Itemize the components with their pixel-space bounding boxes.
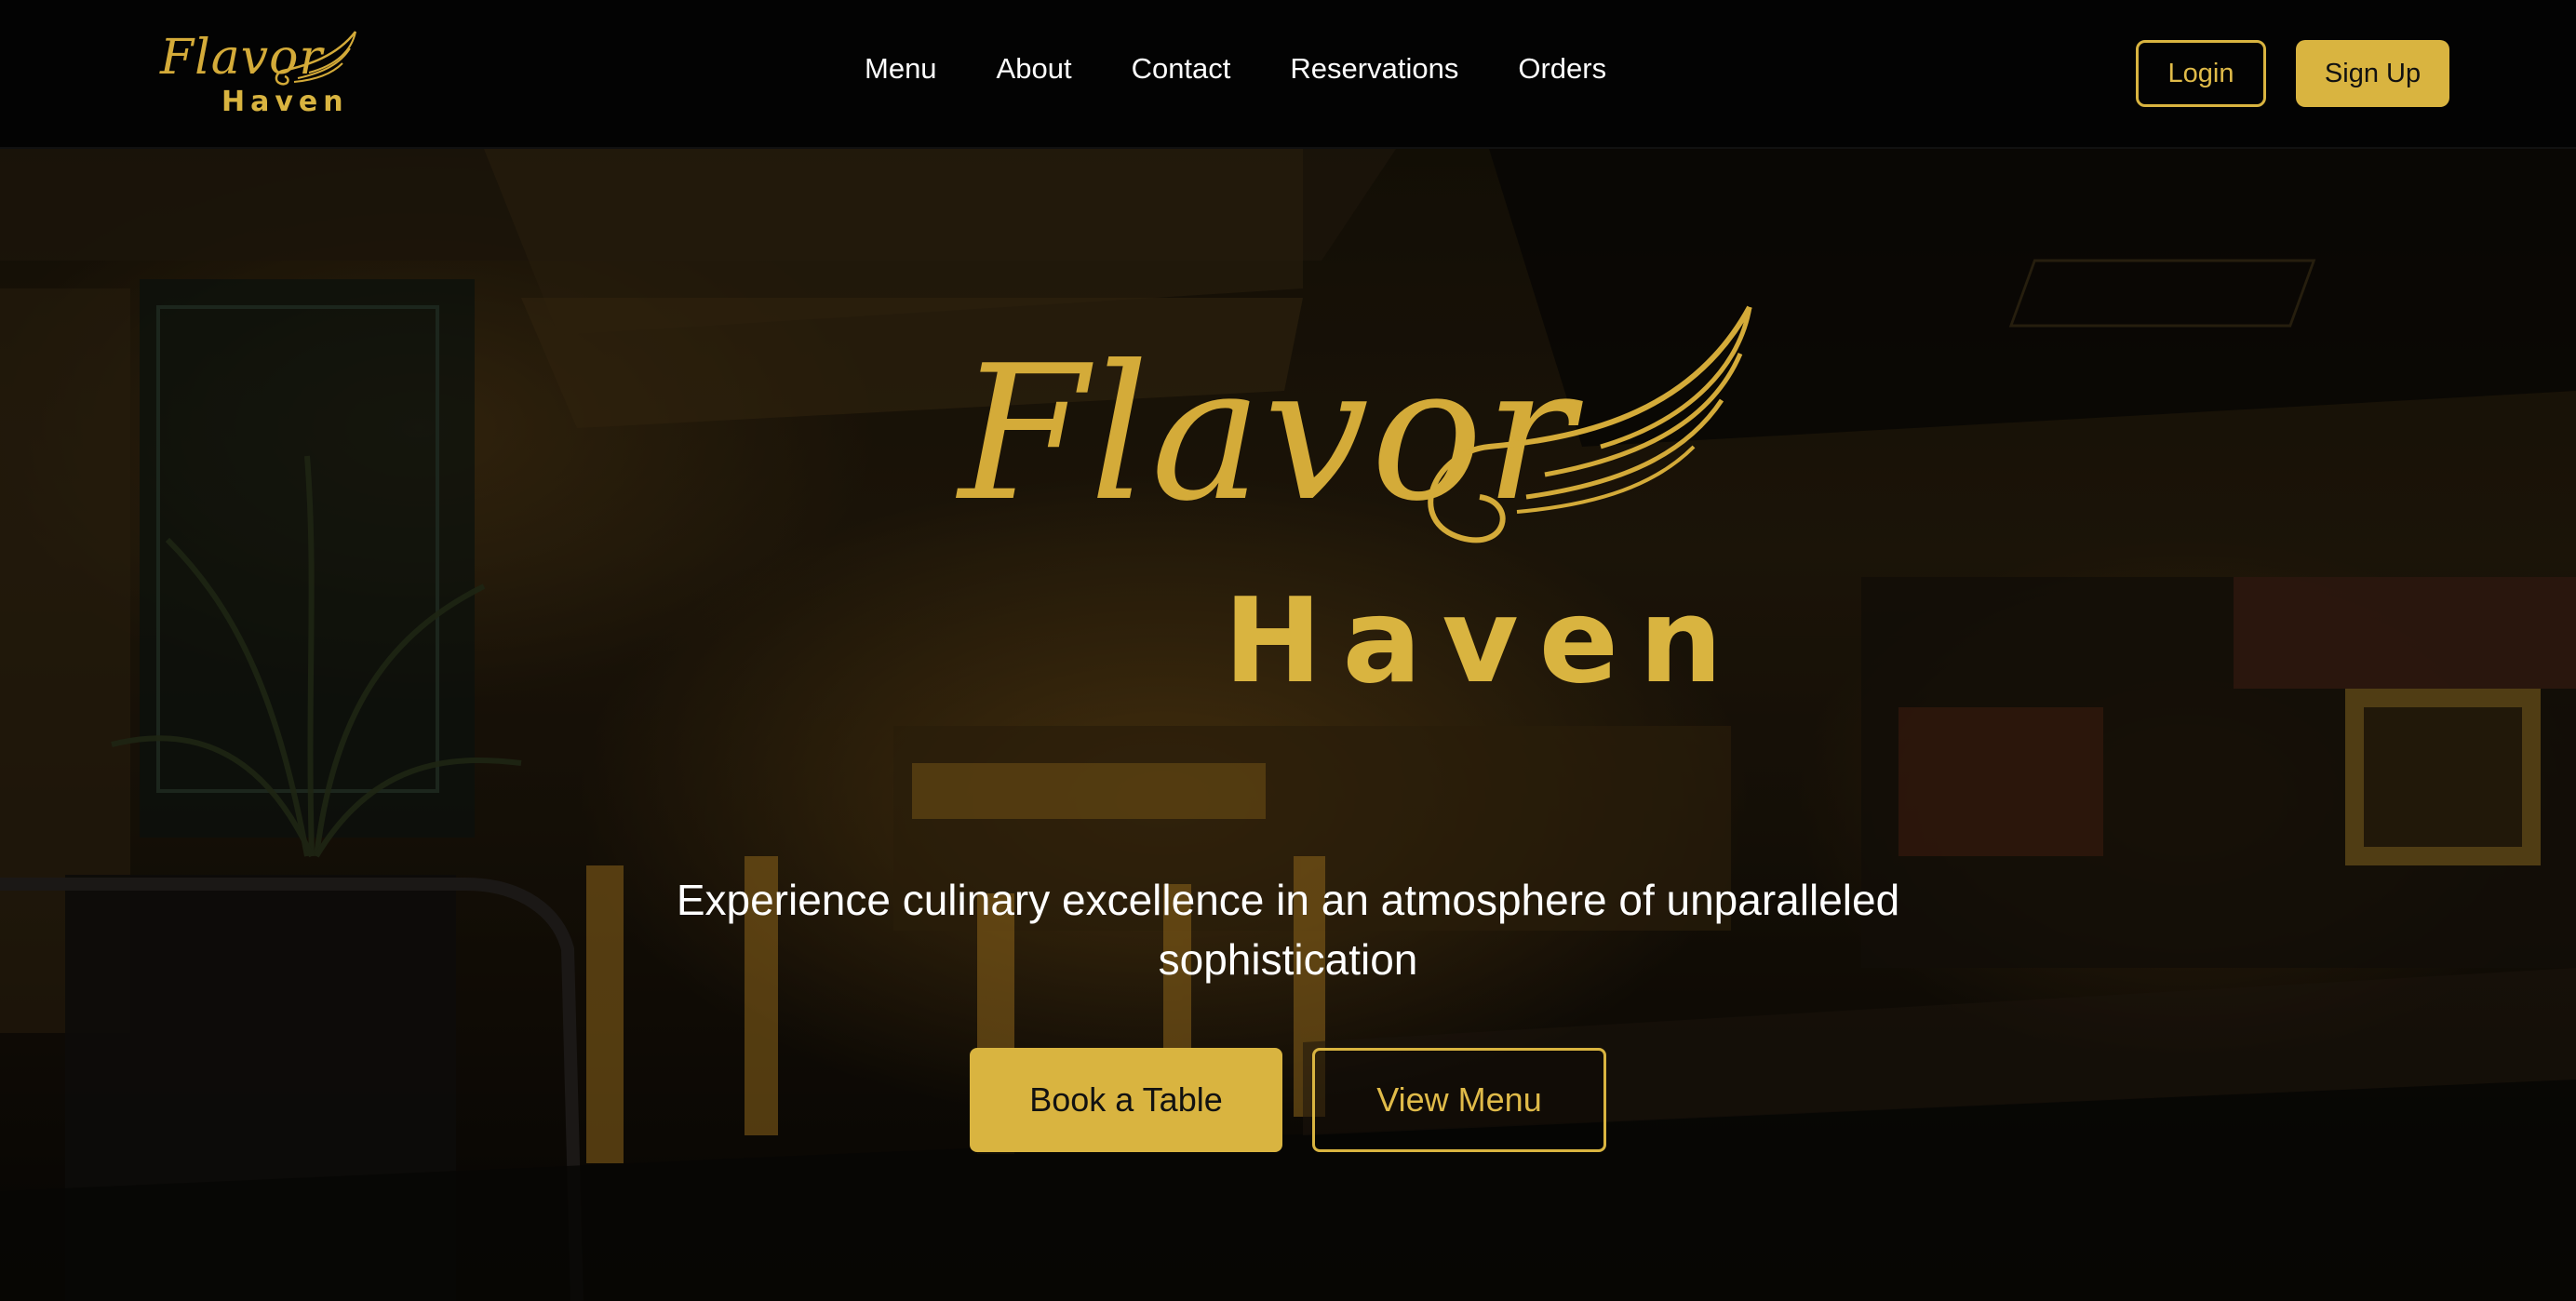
hero-tagline: Experience culinary excellence in an atm… xyxy=(676,876,1900,984)
hero-dim-overlay xyxy=(0,149,2576,1301)
hero-brand-sub-word: Haven xyxy=(1224,572,1743,709)
nav-link-contact[interactable]: Contact xyxy=(1132,52,1231,86)
nav-link-about[interactable]: About xyxy=(997,52,1072,86)
signup-button[interactable]: Sign Up xyxy=(2296,40,2449,107)
login-button[interactable]: Login xyxy=(2136,40,2266,107)
top-navbar: Flavor Haven Menu About Contact Reservat… xyxy=(0,0,2576,149)
brand-sub-word: Haven xyxy=(221,86,349,118)
wing-icon xyxy=(1428,305,1752,543)
book-table-button[interactable]: Book a Table xyxy=(970,1048,1282,1152)
nav-link-orders[interactable]: Orders xyxy=(1518,52,1606,86)
nav-link-reservations[interactable]: Reservations xyxy=(1290,52,1458,86)
hero-brand-logo: Flavor Haven xyxy=(949,305,1768,717)
hero-section: Flavor Haven Experience culinary excelle… xyxy=(0,149,2576,1301)
main-nav: Menu About Contact Reservations Orders xyxy=(865,52,1666,86)
view-menu-button[interactable]: View Menu xyxy=(1312,1048,1606,1152)
nav-link-menu[interactable]: Menu xyxy=(865,52,937,86)
brand-logo[interactable]: Flavor Haven xyxy=(156,28,361,121)
